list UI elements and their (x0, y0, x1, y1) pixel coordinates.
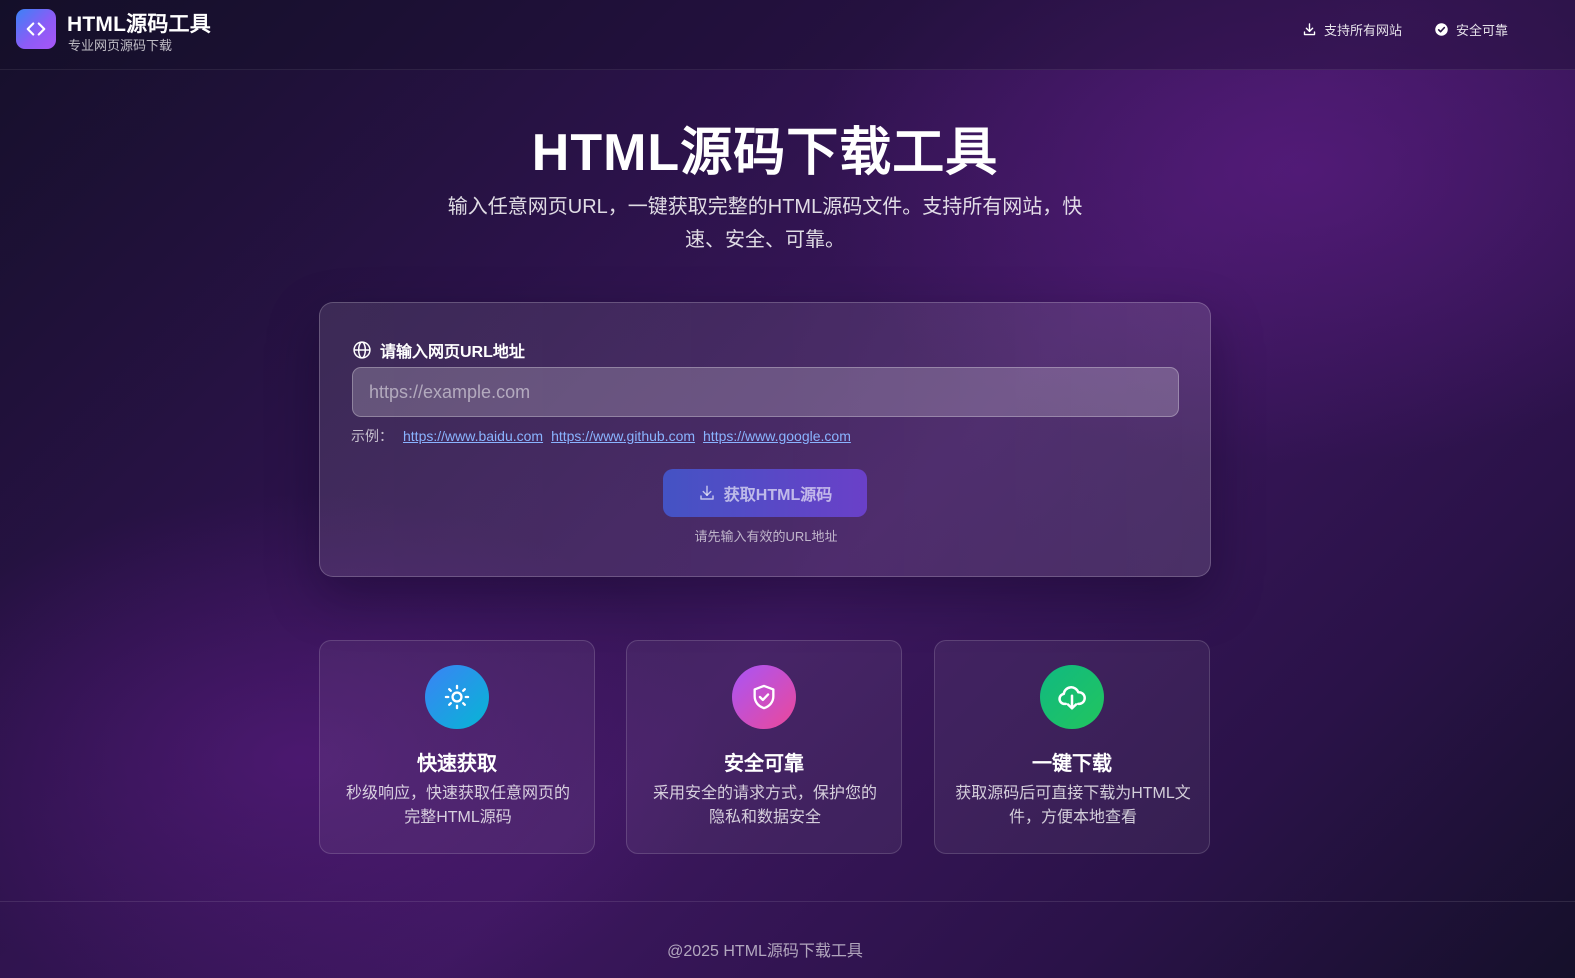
example-urls: 示例： https://www.baidu.com https://www.gi… (351, 426, 859, 446)
globe-icon (353, 341, 371, 359)
code-brackets-icon (26, 22, 46, 36)
feature-description: 采用安全的请求方式，保护您的隐私和数据安全 (652, 785, 877, 826)
nav-item-all-sites[interactable]: 支持所有网站 (1302, 20, 1402, 39)
examples-label: 示例： (351, 428, 393, 444)
feature-title: 一键下载 (1032, 753, 1112, 775)
feature-description: 秒级响应，快速获取任意网页的完整HTML源码 (345, 785, 570, 826)
brand-subtitle: 专业网页源码下载 (68, 38, 173, 53)
url-input-label: 请输入网页URL地址 (352, 338, 525, 362)
feature-card-secure: 安全可靠 采用安全的请求方式，保护您的隐私和数据安全 (626, 640, 902, 854)
page-title: HTML源码下载工具 (531, 124, 999, 182)
app-logo[interactable] (16, 9, 56, 49)
feature-description: 获取源码后可直接下载为HTML文件，方便本地查看 (955, 785, 1191, 826)
url-form-card: 请输入网页URL地址 示例： https://www.baidu.com htt… (319, 302, 1211, 577)
nav-item-label: 支持所有网站 (1324, 23, 1403, 38)
fetch-html-button[interactable]: 获取HTML源码 (663, 469, 867, 517)
page-footer: @2025 HTML源码下载工具 (0, 901, 1575, 978)
download-icon (1303, 23, 1316, 36)
page-description: 输入任意网页URL，一键获取完整的HTML源码文件。支持所有网站，快速、安全、可… (447, 196, 1083, 251)
cloud-download-icon (1058, 686, 1086, 710)
fetch-html-button-label: 获取HTML源码 (723, 487, 833, 504)
footer-copyright: @2025 HTML源码下载工具 (667, 943, 863, 960)
download-icon (700, 485, 714, 500)
brand-title: HTML源码工具 (67, 13, 211, 36)
example-link-github[interactable]: https://www.github.com (551, 428, 695, 444)
shield-check-icon (753, 684, 775, 710)
feature-title: 快速获取 (417, 753, 497, 775)
top-header: HTML源码工具 专业网页源码下载 支持所有网站 安全可靠 (0, 0, 1575, 70)
feature-card-fast: 快速获取 秒级响应，快速获取任意网页的完整HTML源码 (319, 640, 595, 854)
feature-card-download: 一键下载 获取源码后可直接下载为HTML文件，方便本地查看 (934, 640, 1210, 854)
url-input-label-text: 请输入网页URL地址 (380, 344, 525, 361)
nav-item-label: 安全可靠 (1456, 23, 1509, 38)
example-link-baidu[interactable]: https://www.baidu.com (403, 428, 543, 444)
nav-item-secure[interactable]: 安全可靠 (1434, 20, 1508, 39)
sun-icon (444, 684, 470, 710)
example-link-google[interactable]: https://www.google.com (703, 428, 851, 444)
feature-title: 安全可靠 (724, 753, 804, 775)
check-circle-icon (1435, 23, 1448, 36)
input-hint: 请先输入有效的URL地址 (694, 529, 838, 544)
feature-icon-badge (1040, 665, 1104, 729)
feature-icon-badge (425, 665, 489, 729)
url-input[interactable] (352, 367, 1179, 417)
feature-icon-badge (732, 665, 796, 729)
